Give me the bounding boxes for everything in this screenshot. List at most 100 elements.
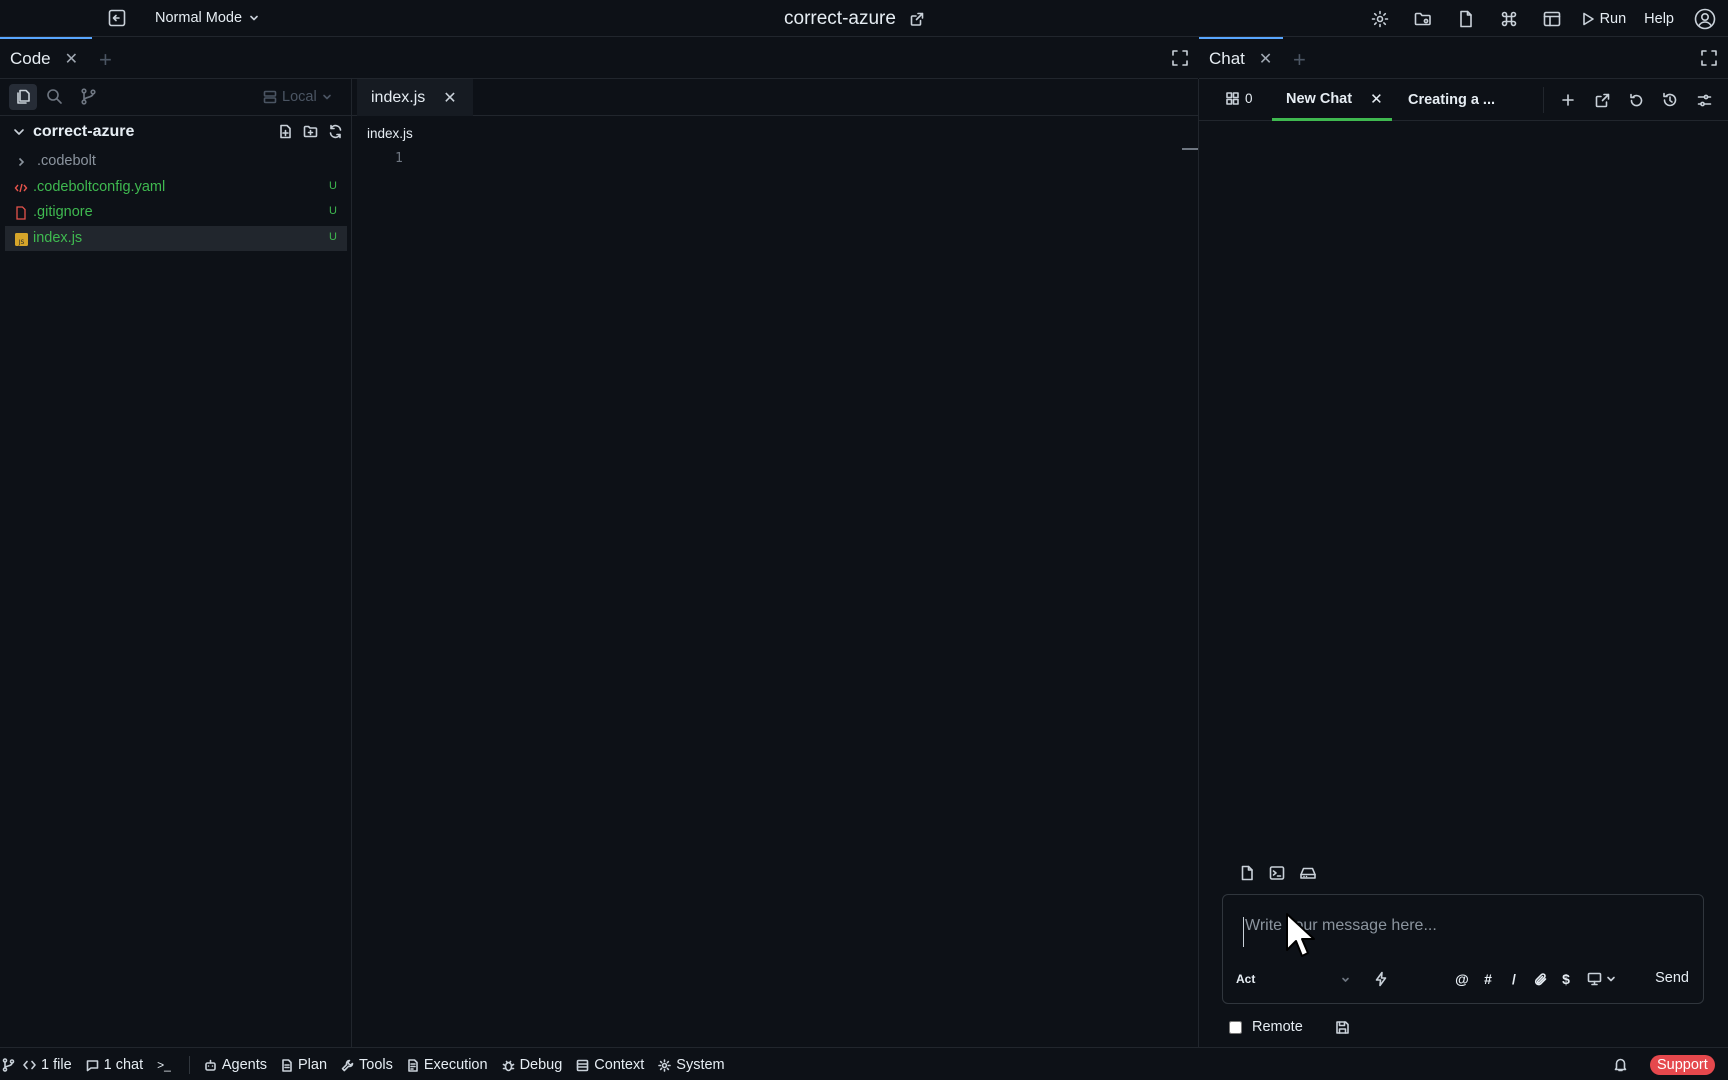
play-icon	[1580, 11, 1596, 27]
chat-settings-sliders-icon[interactable]	[1687, 89, 1721, 111]
terminal-icon[interactable]	[1269, 865, 1285, 881]
document-icon	[281, 1058, 293, 1072]
open-external-icon[interactable]	[1585, 89, 1619, 111]
chats-count-label: 1 chat	[103, 1057, 144, 1073]
settings-gear-icon[interactable]	[1359, 5, 1402, 33]
robot-icon	[204, 1059, 217, 1072]
status-agents[interactable]: Agents	[204, 1057, 267, 1073]
close-icon[interactable]: ✕	[1259, 49, 1272, 69]
server-icon	[263, 90, 277, 104]
user-account-icon[interactable]	[1694, 8, 1716, 30]
chevron-down-icon[interactable]	[12, 125, 26, 139]
tab-code[interactable]: Code ✕	[0, 37, 92, 78]
explorer-actions	[278, 124, 343, 139]
folder-settings-icon[interactable]	[1402, 5, 1445, 33]
files-count[interactable]: 1 file	[23, 1057, 72, 1073]
editor-tab-index-js[interactable]: index.js ✕	[357, 79, 473, 116]
tree-item-codebolt-folder[interactable]: .codebolt	[5, 149, 347, 174]
mode-selector[interactable]: Normal Mode	[155, 10, 260, 26]
attach-file-icon[interactable]	[1239, 865, 1255, 881]
file-icon[interactable]	[1445, 5, 1488, 33]
new-folder-icon[interactable]	[303, 124, 318, 139]
dollar-button[interactable]: $	[1553, 969, 1579, 989]
status-context-label: Context	[594, 1057, 645, 1073]
remote-toggle-row: Remote	[1229, 1019, 1350, 1035]
lightning-icon[interactable]	[1373, 971, 1389, 987]
chevron-down-icon	[322, 92, 332, 102]
bug-icon	[502, 1059, 515, 1072]
send-button[interactable]: Send	[1655, 970, 1689, 986]
status-system[interactable]: System	[658, 1057, 725, 1073]
status-debug-label: Debug	[519, 1057, 563, 1073]
environment-selector[interactable]	[1579, 969, 1623, 989]
git-branch-icon[interactable]	[80, 88, 97, 105]
terminal-toggle[interactable]: >_	[157, 1058, 171, 1072]
paperclip-icon[interactable]	[1527, 969, 1553, 989]
search-icon[interactable]	[46, 88, 63, 105]
status-agents-label: Agents	[221, 1057, 267, 1073]
untracked-badge: U	[329, 180, 337, 192]
code-panel-tabbar: Code ✕ +	[0, 37, 1198, 79]
history-icon[interactable]	[1653, 89, 1687, 111]
chat-session-tab-new-chat[interactable]: New Chat ✕	[1272, 79, 1392, 121]
close-icon[interactable]: ✕	[1370, 90, 1383, 108]
tree-item-codeboltconfig[interactable]: .codeboltconfig.yaml U	[5, 175, 347, 200]
status-execution-label: Execution	[423, 1057, 488, 1073]
status-bar: 1 file 1 chat >_ Agents Plan Tools Execu…	[0, 1047, 1728, 1080]
layout-icon[interactable]	[1531, 5, 1574, 33]
agents-count-value: 0	[1245, 91, 1253, 106]
tree-item-label: index.js	[33, 230, 83, 246]
chat-session-label: New Chat	[1286, 90, 1353, 107]
status-debug[interactable]: Debug	[502, 1057, 563, 1073]
refresh-icon[interactable]	[328, 124, 343, 139]
add-tab-icon[interactable]: +	[1293, 47, 1306, 73]
mouse-cursor-icon	[1286, 913, 1315, 957]
mention-button[interactable]: @	[1449, 969, 1475, 989]
agents-counter[interactable]: 0	[1226, 91, 1253, 106]
chat-panel: 0 New Chat ✕ Creating a ... Write your m…	[1199, 79, 1728, 1047]
tree-item-index-js[interactable]: JS index.js U	[5, 226, 347, 251]
save-icon[interactable]	[1335, 1020, 1350, 1035]
fullscreen-icon[interactable]	[1170, 48, 1190, 68]
status-tools[interactable]: Tools	[341, 1057, 393, 1073]
slash-command-button[interactable]: /	[1501, 969, 1527, 989]
location-selector[interactable]: Local	[263, 89, 332, 105]
git-branch-icon[interactable]	[2, 1058, 15, 1072]
files-icon[interactable]	[9, 84, 37, 110]
fullscreen-icon[interactable]	[1699, 48, 1719, 68]
new-chat-plus-icon[interactable]	[1551, 89, 1585, 111]
divider	[1543, 87, 1544, 113]
status-context[interactable]: Context	[576, 1057, 644, 1073]
new-file-icon[interactable]	[278, 124, 293, 139]
close-icon[interactable]: ✕	[443, 88, 456, 108]
project-root-row[interactable]: correct-azure	[0, 119, 351, 145]
tree-item-gitignore[interactable]: .gitignore U	[5, 200, 347, 225]
remote-checkbox[interactable]	[1229, 1020, 1242, 1034]
add-tab-icon[interactable]: +	[99, 47, 112, 73]
external-link-icon[interactable]	[910, 12, 924, 26]
chat-sessions-tabbar: 0 New Chat ✕ Creating a ...	[1199, 79, 1728, 121]
run-button[interactable]: Run	[1580, 11, 1626, 27]
command-icon[interactable]	[1488, 5, 1531, 33]
tree-item-label: .codebolt	[37, 153, 96, 169]
minimap-slider[interactable]	[1182, 148, 1198, 150]
remote-label: Remote	[1252, 1019, 1303, 1035]
drive-icon[interactable]	[1299, 865, 1317, 881]
support-button[interactable]: Support	[1650, 1055, 1715, 1075]
close-icon[interactable]: ✕	[65, 49, 78, 69]
chats-count[interactable]: 1 chat	[86, 1057, 144, 1073]
notification-bell-icon[interactable]	[1613, 1057, 1628, 1072]
collapse-sidebar-icon[interactable]	[106, 8, 128, 28]
breadcrumb[interactable]: index.js	[367, 126, 413, 141]
mode-dropdown[interactable]: Act	[1236, 969, 1356, 989]
reset-icon[interactable]	[1619, 89, 1653, 111]
chevron-down-icon	[248, 12, 260, 24]
chat-session-tab-creating[interactable]: Creating a ...	[1408, 79, 1538, 121]
status-plan[interactable]: Plan	[281, 1057, 327, 1073]
status-system-label: System	[676, 1057, 725, 1073]
location-label: Local	[282, 89, 317, 105]
help-menu[interactable]: Help	[1644, 11, 1674, 27]
status-execution[interactable]: Execution	[407, 1057, 488, 1073]
hashtag-button[interactable]: #	[1475, 969, 1501, 989]
tab-chat[interactable]: Chat ✕	[1199, 37, 1283, 78]
